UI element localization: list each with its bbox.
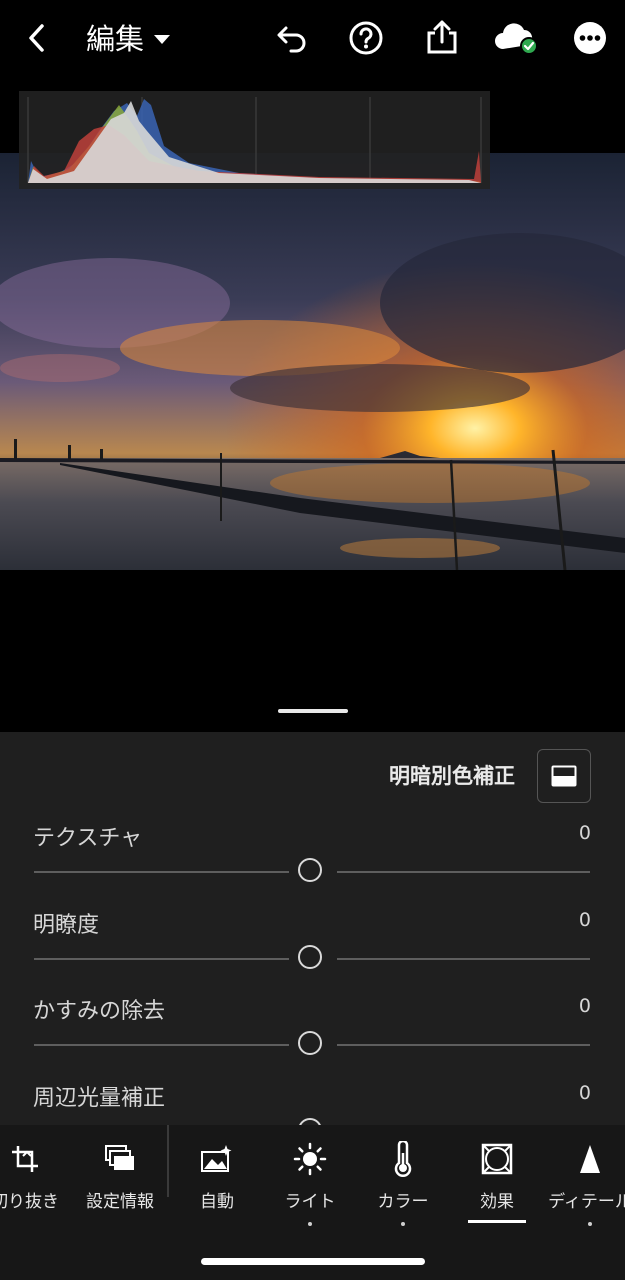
slider-thumb[interactable]	[298, 1031, 322, 1055]
selected-tab-underline	[468, 1220, 526, 1223]
presets-icon	[104, 1139, 136, 1179]
adjusted-indicator	[308, 1222, 312, 1226]
cloud-sync-button[interactable]	[492, 18, 540, 58]
undo-icon	[277, 26, 306, 53]
tool-auto[interactable]: 自動	[169, 1139, 265, 1212]
histogram	[19, 91, 490, 189]
edit-mode-dropdown[interactable]: 編集	[86, 16, 171, 58]
adjusted-indicator	[401, 1222, 405, 1226]
bottom-toolbar: 切り抜き 設定情報 自動 ライト カラー 効果	[0, 1125, 625, 1280]
tool-color[interactable]: カラー	[355, 1139, 451, 1226]
color-thermometer-icon	[391, 1139, 415, 1179]
back-button[interactable]	[18, 20, 54, 56]
slider-thumb[interactable]	[298, 858, 322, 882]
slider-track[interactable]	[34, 958, 289, 960]
light-icon	[293, 1139, 327, 1179]
split-toning-toggle-button[interactable]	[537, 749, 591, 803]
slider-value[interactable]: 0	[579, 822, 591, 844]
page-title: 編集	[86, 22, 145, 56]
effects-icon	[481, 1139, 513, 1179]
slider-track[interactable]	[337, 1044, 590, 1046]
more-button[interactable]	[570, 18, 610, 58]
top-bar: 編集	[0, 0, 625, 76]
slider-label: かすみの除去	[33, 999, 166, 1024]
slider-label: 周辺光量補正	[33, 1086, 166, 1111]
slider-track[interactable]	[337, 958, 590, 960]
slider-clarity: 明瞭度 0	[0, 907, 625, 993]
slider-label: 明瞭度	[33, 913, 100, 938]
tool-label: カラー	[377, 1192, 429, 1212]
tool-presets[interactable]: 設定情報	[72, 1139, 168, 1212]
tool-effects[interactable]: 効果	[449, 1139, 545, 1223]
detail-icon	[577, 1139, 603, 1179]
slider-thumb[interactable]	[298, 945, 322, 969]
tool-label: ライト	[284, 1192, 336, 1212]
slider-texture: テクスチャ 0	[0, 820, 625, 906]
slider-vignette: 周辺光量補正 0	[0, 1080, 625, 1125]
tool-label: 効果	[480, 1192, 514, 1212]
photo-preview[interactable]	[0, 153, 625, 570]
slider-track[interactable]	[337, 871, 590, 873]
slider-value[interactable]: 0	[579, 995, 591, 1017]
slider-thumb[interactable]	[298, 1118, 322, 1125]
auto-icon	[200, 1139, 234, 1179]
share-icon	[427, 20, 457, 54]
chevron-down-icon	[154, 34, 171, 44]
tool-label: 切り抜き	[0, 1192, 59, 1212]
panel-title[interactable]: 明暗別色補正	[389, 760, 515, 790]
sunset-photo	[0, 153, 625, 570]
tool-light[interactable]: ライト	[262, 1139, 358, 1226]
effects-panel: 明暗別色補正 テクスチャ 0 明瞭度 0 かすみの除去 0 周辺光量補正 0	[0, 732, 625, 1125]
tool-label: 自動	[200, 1192, 234, 1212]
tool-crop[interactable]: 切り抜き	[0, 1139, 73, 1212]
undo-button[interactable]	[272, 18, 312, 58]
slider-track[interactable]	[34, 1044, 289, 1046]
help-button[interactable]	[346, 18, 386, 58]
slider-track[interactable]	[34, 871, 289, 873]
adjusted-indicator	[588, 1222, 592, 1226]
more-icon	[574, 22, 606, 54]
cloud-synced-icon	[495, 23, 538, 55]
slider-dehaze: かすみの除去 0	[0, 993, 625, 1079]
panel-drag-handle[interactable]	[278, 709, 348, 713]
crop-icon	[10, 1139, 40, 1179]
share-button[interactable]	[421, 16, 463, 58]
slider-value[interactable]: 0	[579, 909, 591, 931]
help-icon	[349, 21, 383, 55]
back-chevron-icon	[29, 24, 44, 52]
home-indicator[interactable]	[201, 1258, 425, 1265]
tool-label: ディテール	[548, 1192, 625, 1212]
slider-value[interactable]: 0	[579, 1082, 591, 1104]
tool-label: 設定情報	[86, 1192, 154, 1212]
split-view-icon	[551, 765, 577, 787]
slider-label: テクスチャ	[33, 826, 143, 851]
tool-detail[interactable]: ディテール	[542, 1139, 625, 1226]
